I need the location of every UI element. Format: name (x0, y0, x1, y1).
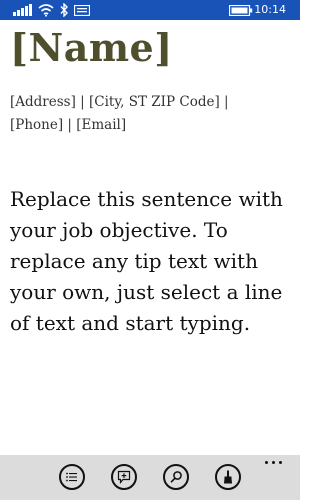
outline-button[interactable] (59, 464, 85, 490)
message-icon (74, 5, 90, 16)
comment-icon (117, 470, 131, 485)
clock: 10:14 (254, 3, 286, 16)
comment-button[interactable] (111, 464, 137, 490)
status-bar: 10:14 (0, 0, 300, 20)
app-bar (0, 455, 300, 500)
outline-icon (66, 472, 77, 482)
search-button[interactable] (163, 464, 189, 490)
format-brush-icon (224, 470, 232, 484)
signal-icon (13, 4, 33, 16)
resume-contact-line[interactable]: [Address] | [City, ST ZIP Code] | [Phone… (10, 91, 280, 137)
document-canvas[interactable]: [Name] [Address] | [City, ST ZIP Code] |… (0, 20, 300, 455)
wifi-icon (38, 4, 54, 17)
more-options-icon[interactable] (264, 459, 284, 467)
format-button[interactable] (215, 464, 241, 490)
battery-icon (229, 5, 253, 16)
resume-name[interactable]: [Name] (10, 22, 173, 74)
search-icon (170, 471, 182, 483)
resume-objective[interactable]: Replace this sentence with your job obje… (10, 184, 292, 339)
bluetooth-icon (60, 3, 68, 17)
